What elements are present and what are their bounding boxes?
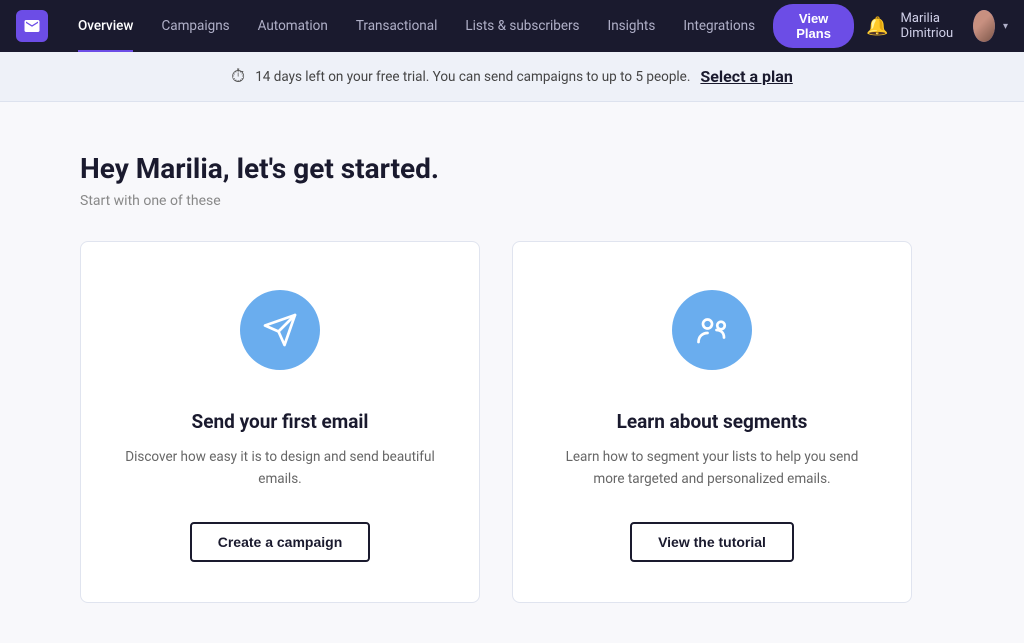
select-plan-link[interactable]: Select a plan <box>700 67 792 86</box>
nav-item-automation[interactable]: Automation <box>244 0 342 52</box>
top-navigation: Overview Campaigns Automation Transactio… <box>0 0 1024 52</box>
segments-description: Learn how to segment your lists to help … <box>553 447 871 490</box>
nav-item-campaigns[interactable]: Campaigns <box>147 0 243 52</box>
send-email-description: Discover how easy it is to design and se… <box>121 447 439 490</box>
view-tutorial-button[interactable]: View the tutorial <box>630 522 794 562</box>
send-email-icon-circle <box>240 290 320 370</box>
trial-banner: ⏱ 14 days left on your free trial. You c… <box>0 52 1024 102</box>
greeting-heading: Hey Marilia, let's get started. <box>80 152 944 185</box>
nav-item-lists-subscribers[interactable]: Lists & subscribers <box>451 0 593 52</box>
nav-item-integrations[interactable]: Integrations <box>669 0 769 52</box>
user-name-label: Marilia Dimitriou <box>901 11 966 41</box>
nav-item-transactional[interactable]: Transactional <box>342 0 452 52</box>
nav-right-section: View Plans 🔔 Marilia Dimitriou ▾ <box>773 4 1008 48</box>
subtitle-text: Start with one of these <box>80 193 944 209</box>
segments-icon-circle <box>672 290 752 370</box>
cards-container: Send your first email Discover how easy … <box>80 241 944 603</box>
send-email-title: Send your first email <box>192 410 369 433</box>
send-email-card: Send your first email Discover how easy … <box>80 241 480 603</box>
segments-title: Learn about segments <box>617 410 808 433</box>
create-campaign-button[interactable]: Create a campaign <box>190 522 371 562</box>
avatar <box>973 10 995 42</box>
user-menu[interactable]: Marilia Dimitriou ▾ <box>901 10 1008 42</box>
bell-icon[interactable]: 🔔 <box>866 16 888 37</box>
nav-item-insights[interactable]: Insights <box>594 0 670 52</box>
nav-items-list: Overview Campaigns Automation Transactio… <box>64 0 769 52</box>
trial-message: 14 days left on your free trial. You can… <box>255 69 690 85</box>
logo <box>16 10 48 42</box>
clock-icon: ⏱ <box>231 66 245 87</box>
nav-item-overview[interactable]: Overview <box>64 0 147 52</box>
view-plans-button[interactable]: View Plans <box>773 4 854 48</box>
chevron-down-icon: ▾ <box>1003 21 1008 32</box>
main-content: Hey Marilia, let's get started. Start wi… <box>0 102 1024 643</box>
segments-card: Learn about segments Learn how to segmen… <box>512 241 912 603</box>
